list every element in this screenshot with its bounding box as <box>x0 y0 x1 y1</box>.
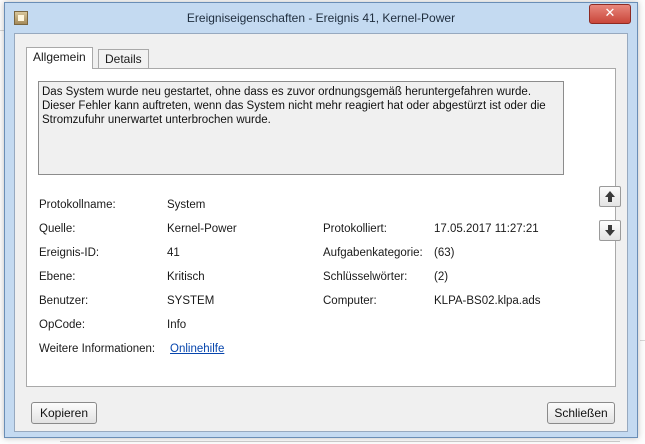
close-window-button[interactable]: ✕ <box>589 4 631 24</box>
background-line <box>640 340 645 341</box>
dialog-client-area: Allgemein Details Das System wurde neu g… <box>14 33 628 432</box>
value-quelle: Kernel-Power <box>167 223 237 235</box>
window-title: Ereigniseigenschaften - Ereignis 41, Ker… <box>186 11 456 25</box>
tab-details[interactable]: Details <box>98 49 149 69</box>
value-schluesselwoerter: (2) <box>434 271 449 283</box>
label-quelle: Quelle: <box>39 223 76 235</box>
label-schluesselwoerter: Schlüsselwörter: <box>323 271 408 283</box>
value-aufgabenkategorie: (63) <box>434 247 455 259</box>
value-protokolliert: 17.05.2017 11:27:21 <box>434 223 539 235</box>
tab-allgemein[interactable]: Allgemein <box>26 47 93 69</box>
label-weitere-informationen: Weitere Informationen: <box>39 343 156 355</box>
label-protokolliert: Protokolliert: <box>323 223 387 235</box>
label-ereignis-id: Ereignis-ID: <box>39 247 100 259</box>
next-event-button[interactable] <box>599 220 621 241</box>
value-benutzer: SYSTEM <box>167 295 215 307</box>
close-icon: ✕ <box>604 6 616 21</box>
close-button[interactable]: Schließen <box>547 402 615 424</box>
label-opcode: OpCode: <box>39 319 86 331</box>
value-protokollname: System <box>167 199 206 211</box>
copy-button[interactable]: Kopieren <box>31 402 97 424</box>
value-ebene: Kritisch <box>167 271 205 283</box>
previous-event-button[interactable] <box>599 186 621 207</box>
label-aufgabenkategorie: Aufgabenkategorie: <box>323 247 423 259</box>
event-properties-window: Ereigniseigenschaften - Ereignis 41, Ker… <box>4 2 638 438</box>
label-benutzer: Benutzer: <box>39 295 89 307</box>
label-computer: Computer: <box>323 295 377 307</box>
value-computer: KLPA-BS02.klpa.ads <box>434 295 541 307</box>
arrow-up-icon <box>605 191 615 202</box>
label-protokollname: Protokollname: <box>39 199 116 211</box>
arrow-down-icon <box>605 225 615 236</box>
background-line <box>60 441 620 442</box>
general-tab-panel: Das System wurde neu gestartet, ohne das… <box>26 68 616 387</box>
event-description-box[interactable]: Das System wurde neu gestartet, ohne das… <box>38 81 564 175</box>
onlinehilfe-link[interactable]: Onlinehilfe <box>170 343 224 355</box>
title-bar[interactable]: Ereigniseigenschaften - Ereignis 41, Ker… <box>5 3 637 33</box>
label-ebene: Ebene: <box>39 271 76 283</box>
value-ereignis-id: 41 <box>167 247 180 259</box>
value-opcode: Info <box>167 319 187 331</box>
